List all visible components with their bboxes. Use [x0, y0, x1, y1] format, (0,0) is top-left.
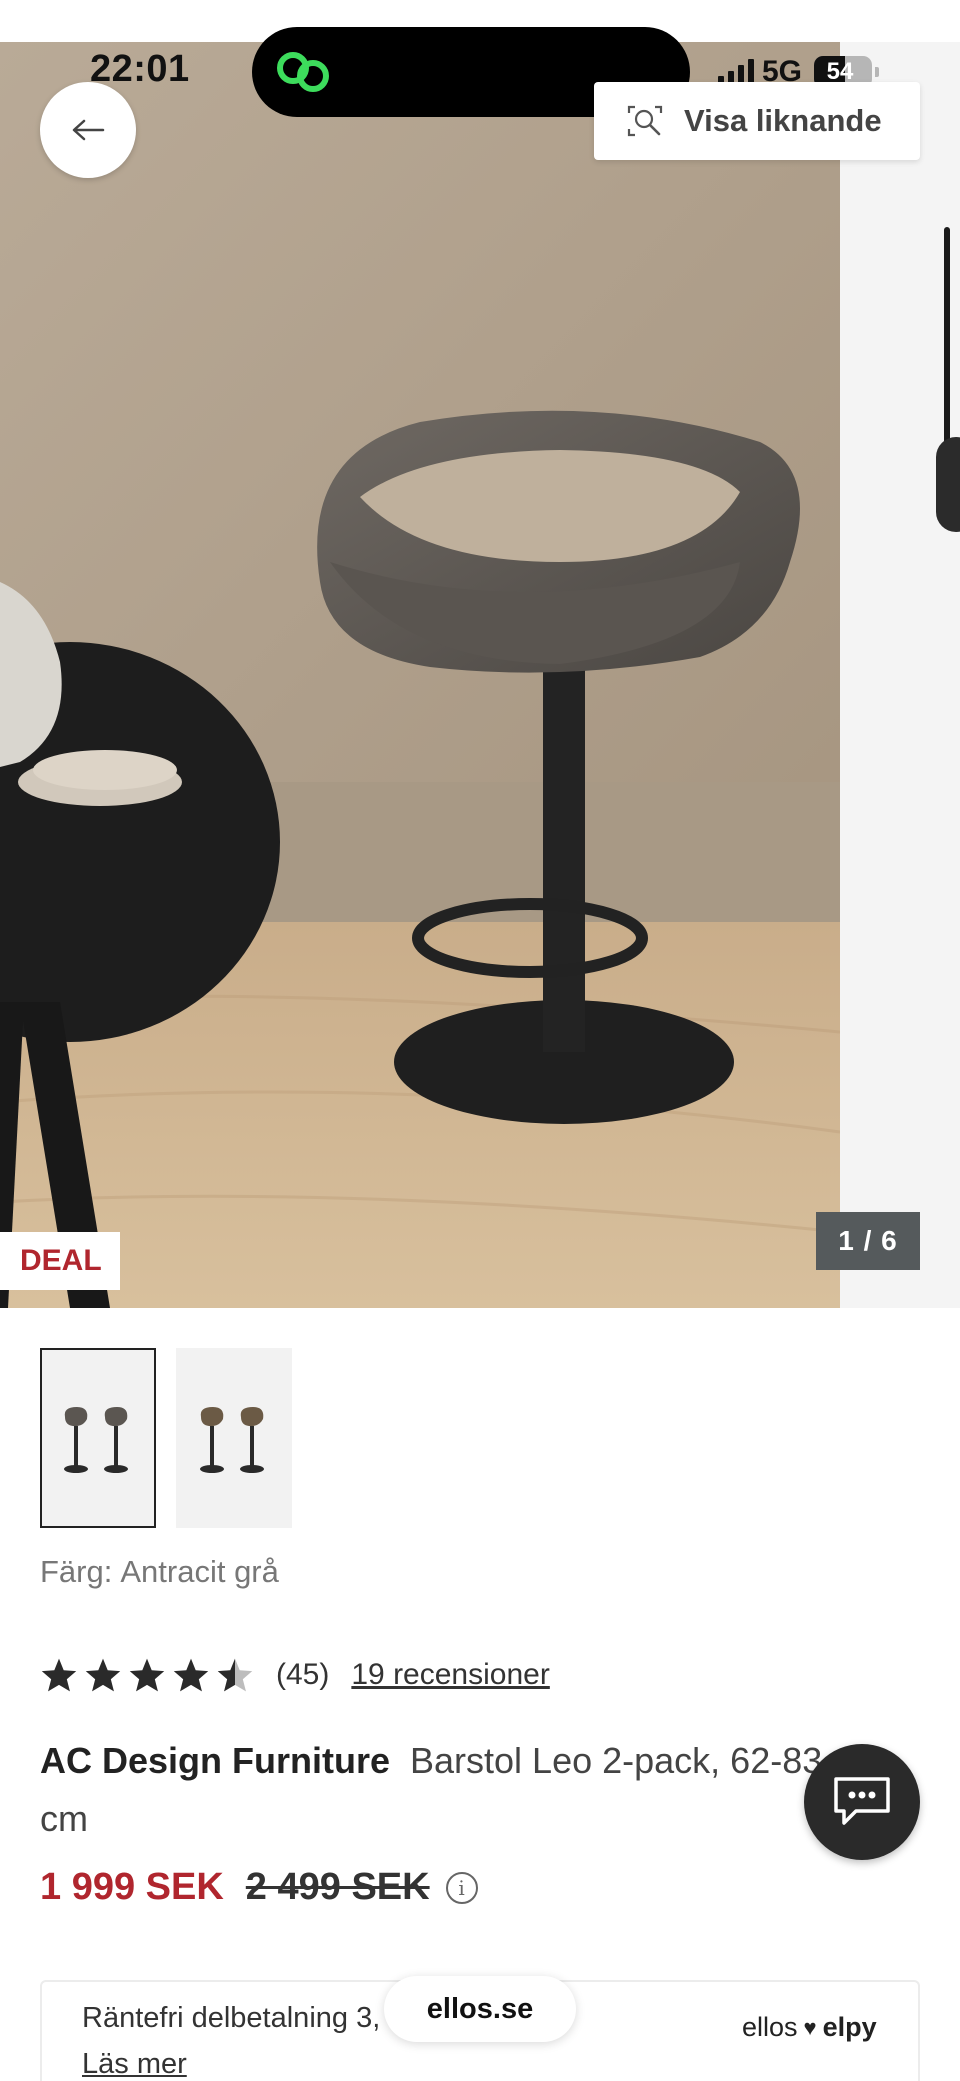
product-page: DEAL 1 / 6 22:01 5G 54 Visa liknande Fär… [0, 0, 960, 2081]
arrow-left-icon [72, 119, 105, 141]
thumbnail-strip [40, 1348, 292, 1528]
original-price: 2 499 SEK [245, 1866, 430, 1908]
star-full-icon [173, 1658, 209, 1692]
rating-stars [40, 1657, 254, 1693]
ellos-logo: ellos [742, 2012, 798, 2042]
image-counter: 1 / 6 [816, 1212, 920, 1270]
product-photo[interactable] [0, 42, 840, 1308]
back-button[interactable] [40, 82, 136, 178]
brand-name[interactable]: AC Design Furniture [40, 1740, 390, 1781]
price-row: 1 999 SEK 2 499 SEK i [40, 1866, 478, 1909]
bar-stool-photo [0, 42, 840, 1308]
partner-logos: ellos ♥ elpy [742, 2012, 877, 2043]
rating-count: (45) [276, 1658, 330, 1691]
chat-icon [834, 1777, 890, 1825]
browser-url-pill[interactable]: ellos.se [384, 1976, 576, 2042]
visual-search-icon [627, 105, 663, 137]
deal-badge: DEAL [0, 1232, 120, 1290]
color-info: Färg: Antracit grå [40, 1554, 279, 1590]
next-image-peek [840, 42, 960, 1308]
thumbnail-image [64, 1407, 128, 1473]
chat-button[interactable] [804, 1744, 920, 1860]
info-icon[interactable]: i [445, 1871, 478, 1904]
battery-tip [875, 67, 880, 77]
show-similar-label: Visa liknande [684, 103, 882, 138]
current-price: 1 999 SEK [40, 1866, 224, 1908]
reviews-link[interactable]: 19 recensioner [351, 1658, 549, 1692]
elpy-logo: elpy [822, 2012, 877, 2042]
rating-row: (45) 19 recensioner [40, 1652, 550, 1698]
star-full-icon [129, 1658, 165, 1692]
thumbnail-1[interactable] [40, 1348, 156, 1528]
heart-icon: ♥ [803, 2014, 817, 2040]
link-app-icon [277, 52, 329, 92]
read-more-link[interactable]: Läs mer [82, 2048, 187, 2081]
next-image-preview [936, 437, 960, 532]
color-value: Antracit grå [120, 1554, 279, 1589]
star-half-icon [217, 1658, 253, 1692]
star-full-icon [41, 1658, 77, 1692]
color-label: Färg: [40, 1554, 113, 1589]
star-full-icon [85, 1658, 121, 1692]
thumbnail-2[interactable] [176, 1348, 292, 1528]
product-image-carousel[interactable]: DEAL 1 / 6 [0, 42, 960, 1308]
thumbnail-image [200, 1407, 264, 1473]
product-title: AC Design Furniture Barstol Leo 2-pack, 6… [40, 1732, 880, 1848]
show-similar-button[interactable]: Visa liknande [594, 82, 920, 160]
